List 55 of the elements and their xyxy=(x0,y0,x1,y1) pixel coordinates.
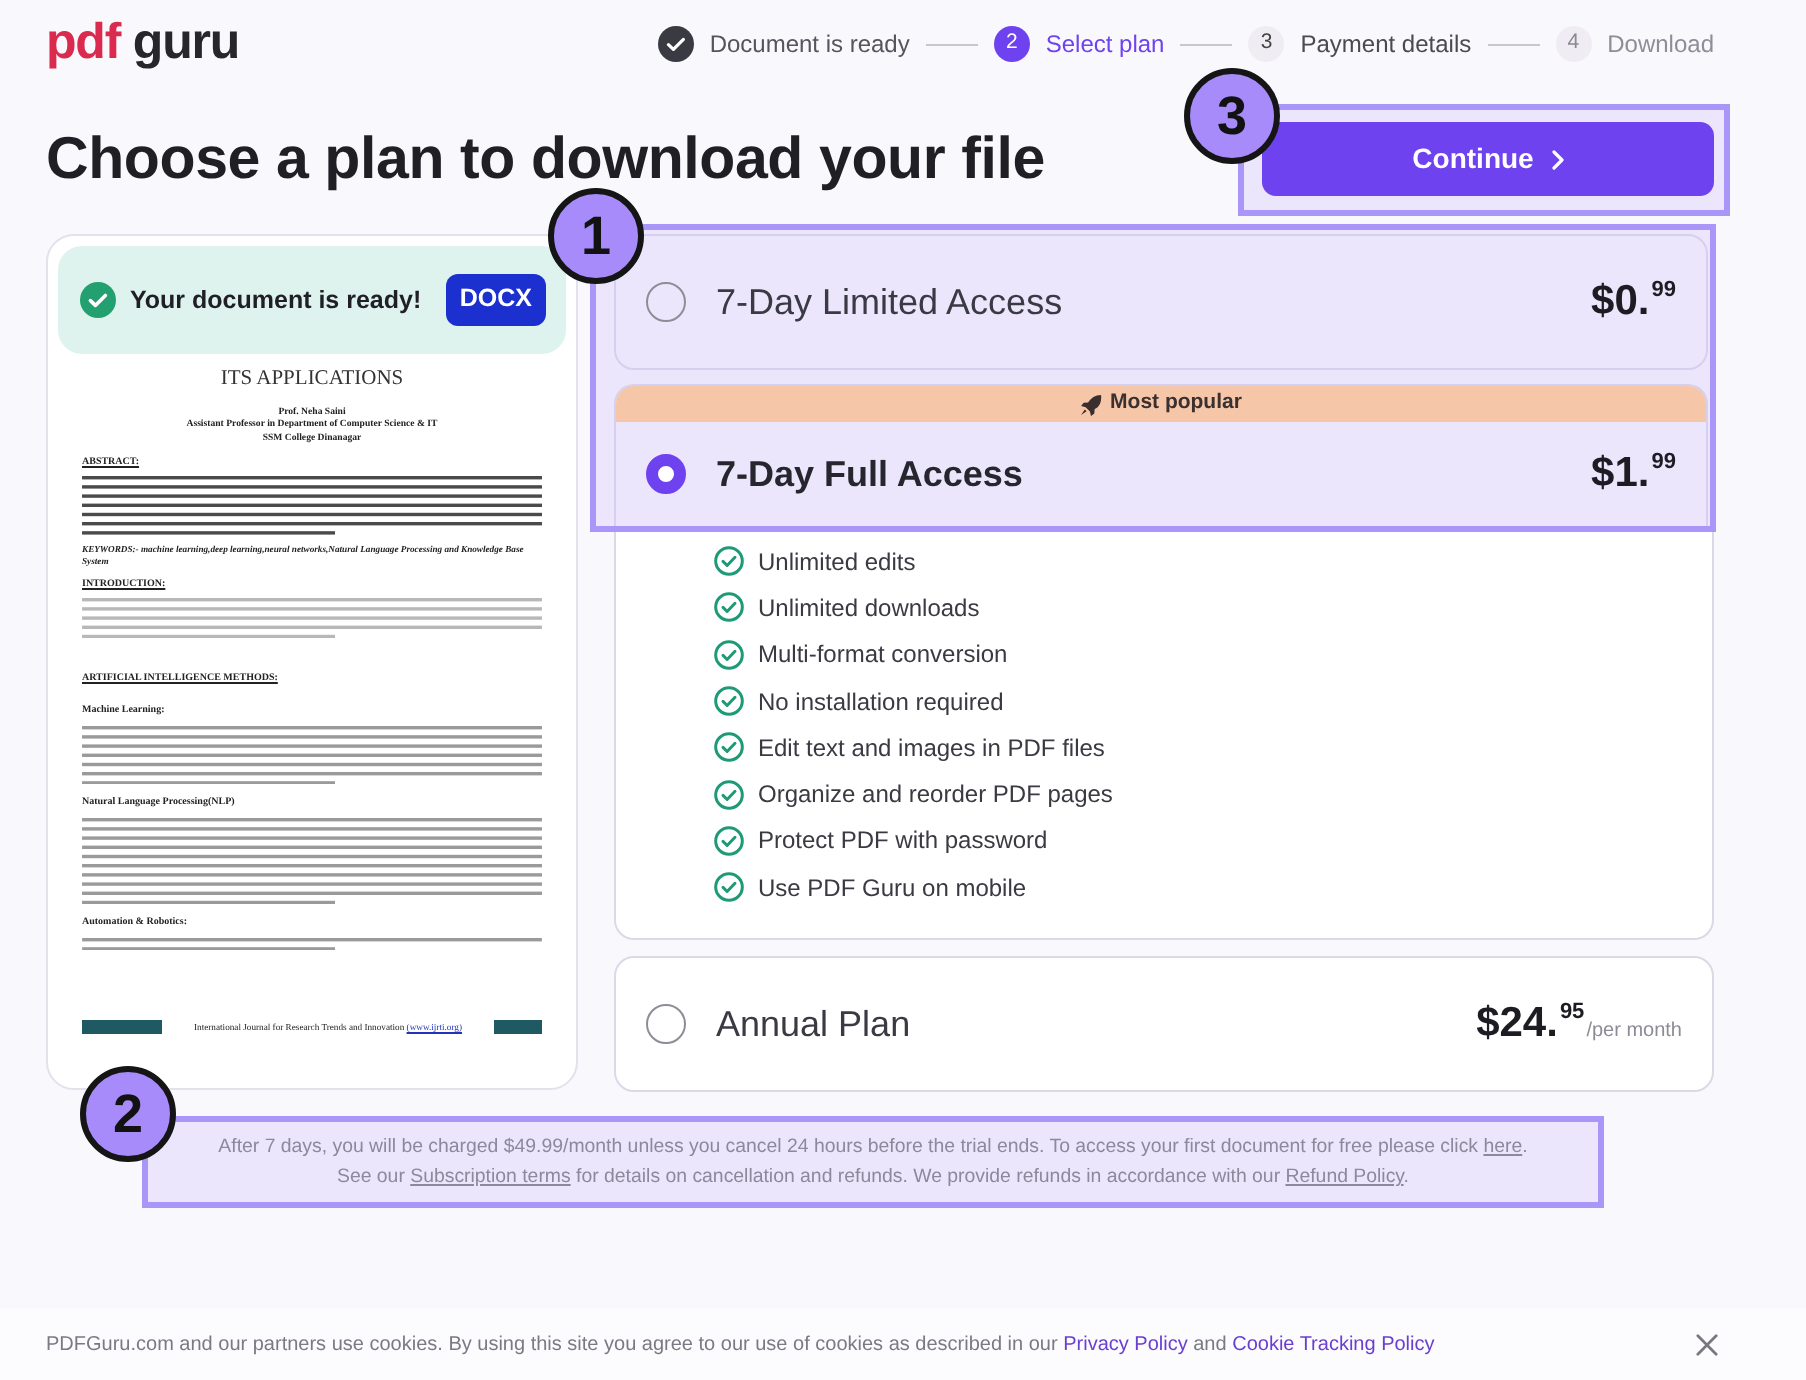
feature-text: Protect PDF with password xyxy=(758,824,1048,859)
check-circle-icon xyxy=(714,639,744,670)
close-button[interactable] xyxy=(1692,1329,1722,1359)
document-title: ITS APPLICATIONS xyxy=(218,368,406,394)
step-label: Payment details xyxy=(1300,28,1472,62)
plan-option[interactable]: Most popular 7-Day Full Access $1.$^{99}$ xyxy=(614,384,1708,526)
feature-text: Organize and reorder PDF pages xyxy=(758,778,1113,813)
price-text: $24.$^{95}$ xyxy=(1476,998,1585,1051)
feature-text: Unlimited edits xyxy=(758,545,916,580)
plan-option[interactable]: Annual Plan $24.$^{95}$ /per month xyxy=(614,956,1714,1092)
step-number: 4 xyxy=(1555,26,1592,62)
popular-label: Most popular xyxy=(1110,388,1242,419)
check-circle-icon xyxy=(714,732,744,763)
callout-marker: 2 xyxy=(80,1066,176,1162)
plan-option[interactable]: 7-Day Limited Access $0.$^{99}$ xyxy=(614,234,1708,370)
rocket-icon xyxy=(1080,393,1103,415)
check-circle-icon xyxy=(714,546,744,577)
text-link[interactable]: Cookie Tracking Policy xyxy=(1232,1333,1435,1355)
price-text: $1.$^{99}$ xyxy=(1591,448,1676,501)
check-circle-icon xyxy=(714,779,744,810)
logo[interactable]: pdf guru xyxy=(46,16,240,72)
step-label: Select plan xyxy=(1045,28,1165,62)
check-circle-icon xyxy=(714,825,744,856)
step-label: Document is ready xyxy=(709,28,910,62)
close-icon xyxy=(1696,1333,1718,1355)
check-circle-icon xyxy=(80,282,116,318)
radio-button[interactable] xyxy=(646,282,686,322)
format-badge: DOCX xyxy=(445,274,546,326)
radio-button[interactable] xyxy=(646,1004,686,1044)
feature-text: No installation required xyxy=(758,685,1004,720)
check-circle-icon xyxy=(714,686,744,717)
footer-bar xyxy=(82,1020,162,1034)
check-circle-icon xyxy=(714,872,744,903)
plan-name: Annual Plan xyxy=(716,1001,913,1047)
footer-bar xyxy=(494,1020,542,1034)
feature-text: Use PDF Guru on mobile xyxy=(758,871,1027,906)
radio-button[interactable] xyxy=(646,454,686,494)
cookie-notice-text: PDFGuru.com and our partners use cookies. By using this site you agree to our use of cookies as described in our Privacy Policy and Cookie Tracking Policy xyxy=(46,1331,1435,1359)
check-circle-icon xyxy=(714,592,744,623)
plan-name: 7-Day Full Access xyxy=(716,451,1025,498)
text-link[interactable]: Privacy Policy xyxy=(1063,1333,1188,1355)
chevron-right-icon xyxy=(1551,149,1564,169)
step-label: Download xyxy=(1607,28,1714,62)
plan-name: 7-Day Limited Access xyxy=(716,279,1065,326)
feature-text: Multi-format conversion xyxy=(758,638,1008,673)
continue-button[interactable]: Continue xyxy=(1262,122,1714,196)
step-number: 2 xyxy=(993,26,1030,62)
callout-marker: 3 xyxy=(1184,68,1280,164)
feature-text: Edit text and images in PDF files xyxy=(758,731,1105,766)
callout-marker: 1 xyxy=(548,188,644,284)
price-text: $0.$^{99}$ xyxy=(1591,276,1676,329)
step-number: 3 xyxy=(1248,26,1285,62)
price-period: /per month xyxy=(1586,1018,1682,1047)
status-text: Your document is ready! xyxy=(130,283,424,318)
feature-text: Unlimited downloads xyxy=(758,591,980,626)
